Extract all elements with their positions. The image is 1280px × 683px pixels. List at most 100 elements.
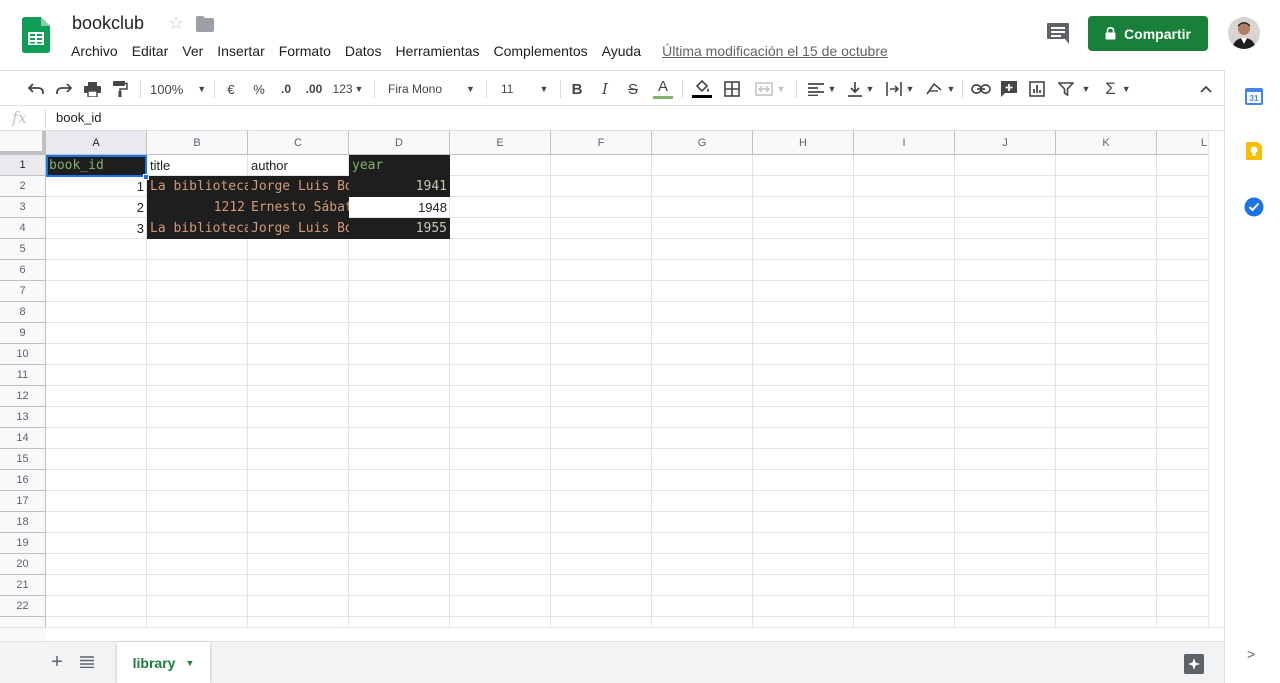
insert-chart-icon[interactable]	[1026, 77, 1048, 101]
borders-icon[interactable]	[722, 77, 742, 101]
percent-format-button[interactable]: %	[250, 77, 268, 101]
row-header[interactable]: 13	[0, 407, 46, 428]
avatar[interactable]	[1228, 17, 1260, 49]
column-header-b[interactable]: B	[147, 131, 248, 155]
last-edit-link[interactable]: Última modificación el 15 de octubre	[655, 41, 895, 61]
select-all-corner[interactable]	[0, 131, 46, 155]
print-icon[interactable]	[82, 77, 102, 101]
increase-decimals-button[interactable]: .00	[302, 77, 326, 101]
formula-input[interactable]: book_id	[56, 110, 102, 125]
row-header[interactable]: 9	[0, 323, 46, 344]
menu-datos[interactable]: Datos	[338, 41, 389, 61]
menu-herramientas[interactable]: Herramientas	[388, 41, 486, 61]
column-header-d[interactable]: D	[349, 131, 450, 155]
cell-a4[interactable]: 3	[46, 218, 147, 239]
text-wrap-icon[interactable]: ▼	[884, 77, 916, 101]
cell-c4[interactable]: Jorge Luis Borges	[248, 218, 349, 239]
cell-a2[interactable]: 1	[46, 176, 147, 197]
menu-archivo[interactable]: Archivo	[64, 41, 125, 61]
cell-c3[interactable]: Ernesto Sábato	[248, 197, 349, 218]
redo-icon[interactable]	[54, 77, 74, 101]
insert-comment-icon[interactable]	[998, 77, 1020, 101]
cell-d2[interactable]: 1941	[349, 176, 450, 197]
keep-icon[interactable]	[1244, 141, 1264, 161]
folder-icon[interactable]	[196, 16, 214, 32]
row-header[interactable]: 1	[0, 155, 46, 176]
insert-link-icon[interactable]	[970, 77, 992, 101]
fill-handle[interactable]	[143, 174, 149, 180]
filter-icon[interactable]: ▼	[1056, 77, 1092, 101]
row-header[interactable]: 14	[0, 428, 46, 449]
row-header[interactable]: 4	[0, 218, 46, 239]
cell-d1[interactable]: year	[349, 155, 450, 176]
column-header-j[interactable]: J	[955, 131, 1056, 155]
row-header[interactable]: 17	[0, 491, 46, 512]
row-header[interactable]: 15	[0, 449, 46, 470]
chevron-down-icon[interactable]: ▼	[185, 658, 194, 668]
explore-icon[interactable]	[1184, 654, 1204, 674]
cell-d4[interactable]: 1955	[349, 218, 450, 239]
font-family-select[interactable]: Fira Mono ▼	[388, 77, 478, 101]
menu-editar[interactable]: Editar	[125, 41, 176, 61]
row-header[interactable]: 6	[0, 260, 46, 281]
expand-side-panel-icon[interactable]: >	[1247, 646, 1255, 662]
row-header[interactable]: 8	[0, 302, 46, 323]
menu-insertar[interactable]: Insertar	[210, 41, 271, 61]
star-icon[interactable]: ☆	[168, 13, 184, 34]
cell-b3[interactable]: 1212	[147, 197, 248, 218]
cell-b4[interactable]: La biblioteca	[147, 218, 248, 239]
row-header[interactable]: 3	[0, 197, 46, 218]
sheets-logo-icon[interactable]	[22, 17, 50, 53]
functions-button[interactable]: Σ ▼	[1102, 77, 1134, 101]
paint-format-icon[interactable]	[110, 77, 130, 101]
column-header-a[interactable]: A	[46, 131, 147, 155]
row-header[interactable]: 10	[0, 344, 46, 365]
row-header[interactable]: 2	[0, 176, 46, 197]
row-header[interactable]: 5	[0, 239, 46, 260]
menu-formato[interactable]: Formato	[272, 41, 338, 61]
text-rotation-icon[interactable]: ▼	[924, 77, 956, 101]
cell-b1[interactable]: title	[147, 155, 248, 176]
row-header[interactable]: 22	[0, 596, 46, 617]
document-title[interactable]: bookclub	[72, 13, 144, 34]
calendar-icon[interactable]: 31	[1244, 86, 1264, 106]
column-header-k[interactable]: K	[1056, 131, 1157, 155]
tasks-icon[interactable]	[1244, 197, 1264, 217]
cell-d3[interactable]: 1948	[349, 197, 450, 218]
decrease-decimals-button[interactable]: .0	[275, 77, 297, 101]
column-header-i[interactable]: I	[854, 131, 955, 155]
strikethrough-button[interactable]: S	[624, 77, 642, 101]
merge-cells-icon[interactable]: ▼	[752, 77, 788, 101]
column-header-h[interactable]: H	[753, 131, 854, 155]
column-header-c[interactable]: C	[248, 131, 349, 155]
sheet-tab-library[interactable]: library ▼	[117, 642, 210, 683]
row-header[interactable]: 11	[0, 365, 46, 386]
add-sheet-icon[interactable]: +	[48, 652, 66, 672]
horizontal-scrollbar[interactable]	[46, 627, 1224, 641]
column-header-e[interactable]: E	[450, 131, 551, 155]
menu-ayuda[interactable]: Ayuda	[595, 41, 648, 61]
horizontal-align-icon[interactable]: ▼	[806, 77, 838, 101]
bold-button[interactable]: B	[568, 77, 586, 101]
row-header[interactable]: 18	[0, 512, 46, 533]
row-header[interactable]: 12	[0, 386, 46, 407]
row-header[interactable]	[0, 617, 46, 627]
cell-b2[interactable]: La biblioteca	[147, 176, 248, 197]
italic-button[interactable]: I	[596, 77, 614, 101]
text-color-button[interactable]: A	[652, 77, 674, 101]
cell-a1[interactable]: book_id	[46, 155, 147, 176]
cell-c1[interactable]: author	[248, 155, 349, 176]
currency-format-button[interactable]: €	[222, 77, 240, 101]
row-header[interactable]: 20	[0, 554, 46, 575]
comment-icon[interactable]	[1046, 22, 1070, 44]
collapse-toolbar-icon[interactable]	[1198, 81, 1214, 97]
undo-icon[interactable]	[26, 77, 46, 101]
row-header[interactable]: 21	[0, 575, 46, 596]
menu-complementos[interactable]: Complementos	[486, 41, 594, 61]
column-header-f[interactable]: F	[551, 131, 652, 155]
vertical-align-icon[interactable]: ▼	[846, 77, 876, 101]
cell-a3[interactable]: 2	[46, 197, 147, 218]
column-header-g[interactable]: G	[652, 131, 753, 155]
fill-color-button[interactable]	[691, 77, 713, 101]
all-sheets-list-icon[interactable]	[80, 656, 94, 668]
